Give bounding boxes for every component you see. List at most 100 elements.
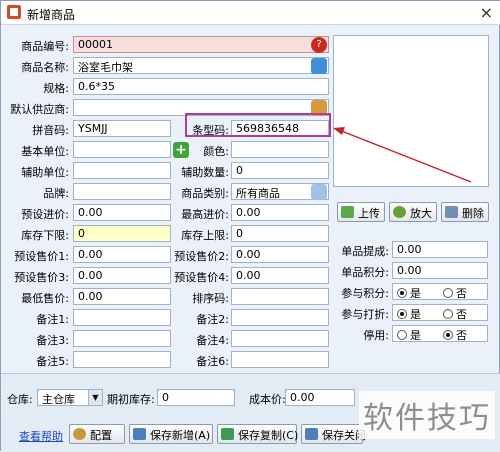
aux-unit-label: 辅助单位:: [21, 166, 69, 179]
join-points-no-label: 否: [456, 287, 467, 300]
base-unit-input[interactable]: [73, 141, 171, 158]
delete-button[interactable]: 删除: [441, 202, 489, 222]
gear-icon: [73, 428, 86, 440]
join-discount-yes-label: 是: [410, 308, 421, 321]
disabled-no-label: 否: [456, 329, 467, 342]
aux-unit-input[interactable]: [73, 162, 171, 179]
commission-input[interactable]: 0.00: [392, 241, 488, 258]
radio-dot: [443, 288, 453, 298]
disabled-label: 停用:: [363, 329, 389, 342]
name-input[interactable]: 浴室毛巾架: [73, 57, 329, 74]
commission-label: 单品提成:: [341, 245, 389, 258]
spec-input[interactable]: 0.6*35: [73, 78, 329, 95]
zoom-button[interactable]: 放大: [389, 202, 437, 222]
preset-cost-input[interactable]: 0.00: [73, 204, 171, 221]
price1-label: 预设售价1:: [14, 250, 69, 263]
join-discount-label: 参与打折:: [341, 308, 389, 321]
note6-input[interactable]: [231, 351, 329, 368]
title-bar: 新增商品 ×: [1, 1, 500, 25]
color-input[interactable]: [231, 141, 329, 158]
color-label: 颜色:: [203, 145, 229, 158]
sort-code-input[interactable]: [231, 288, 329, 305]
refresh-icon[interactable]: [311, 58, 327, 74]
note3-input[interactable]: [73, 330, 171, 347]
save-copy-button[interactable]: 保存复制(C): [217, 424, 298, 444]
note6-label: 备注6:: [196, 355, 229, 368]
cost-input[interactable]: 0.00: [285, 389, 355, 406]
opening-stock-input[interactable]: 0: [157, 389, 235, 406]
delete-icon: [445, 206, 458, 218]
new-product-window: 新增商品 × 商品编号: 00001 ? 商品名称: 浴室毛巾架 规格: 0.6…: [0, 0, 500, 452]
app-icon: [7, 5, 21, 19]
upload-icon: [341, 206, 354, 218]
brand-input[interactable]: [73, 183, 171, 200]
code-label: 商品编号:: [21, 40, 69, 53]
note2-input[interactable]: [231, 309, 329, 326]
supplier-label: 默认供应商:: [10, 103, 69, 116]
radio-dot: [443, 309, 453, 319]
sort-code-label: 排序码:: [192, 292, 229, 305]
save-close-button[interactable]: 保存关闭: [301, 424, 366, 444]
save-new-button[interactable]: 保存新增(A): [129, 424, 213, 444]
stock-max-input[interactable]: 0: [231, 225, 329, 242]
category-picker-icon[interactable]: [311, 184, 327, 200]
upload-button[interactable]: 上传: [337, 202, 385, 222]
price4-input[interactable]: 0.00: [231, 267, 329, 284]
join-discount-no[interactable]: 否: [443, 306, 467, 321]
product-image-box[interactable]: [333, 35, 489, 187]
delete-button-label: 删除: [462, 207, 484, 220]
note4-input[interactable]: [231, 330, 329, 347]
stock-min-input[interactable]: 0: [73, 225, 171, 242]
help-icon[interactable]: ?: [311, 37, 327, 53]
preset-cost-label: 预设进价:: [21, 208, 69, 221]
name-label: 商品名称:: [21, 61, 69, 74]
window-title: 新增商品: [27, 8, 76, 22]
save-icon: [133, 428, 146, 440]
disabled-group: 是 否: [392, 325, 488, 342]
note4-label: 备注4:: [196, 334, 229, 347]
join-discount-yes[interactable]: 是: [397, 306, 421, 321]
disabled-no[interactable]: 否: [443, 327, 467, 342]
price2-label: 预设售价2:: [174, 250, 229, 263]
note5-input[interactable]: [73, 351, 171, 368]
join-points-yes-label: 是: [410, 287, 421, 300]
warehouse-select[interactable]: 主仓库 ▼: [37, 389, 103, 406]
price1-input[interactable]: 0.00: [73, 246, 171, 263]
note1-label: 备注1:: [36, 313, 69, 326]
price3-input[interactable]: 0.00: [73, 267, 171, 284]
aux-qty-input[interactable]: 0: [231, 162, 329, 179]
note2-label: 备注2:: [196, 313, 229, 326]
note3-label: 备注3:: [36, 334, 69, 347]
warehouse-label: 仓库:: [7, 393, 33, 406]
chevron-down-icon[interactable]: ▼: [88, 390, 102, 405]
radio-dot: [443, 330, 453, 340]
watermark: 软件技巧: [359, 391, 495, 439]
save-new-label: 保存新增(A): [150, 429, 211, 442]
join-points-label: 参与积分:: [341, 287, 389, 300]
config-button[interactable]: 配置: [69, 424, 125, 444]
join-points-no[interactable]: 否: [443, 285, 467, 300]
radio-dot: [397, 330, 407, 340]
min-price-input[interactable]: 0.00: [73, 288, 171, 305]
help-link[interactable]: 查看帮助: [19, 428, 63, 444]
close-button[interactable]: ×: [480, 3, 493, 22]
disabled-yes[interactable]: 是: [397, 327, 421, 342]
price2-input[interactable]: 0.00: [231, 246, 329, 263]
barcode-highlight-box: [185, 113, 331, 137]
zoom-button-label: 放大: [410, 207, 432, 220]
disabled-yes-label: 是: [410, 329, 421, 342]
join-discount-no-label: 否: [456, 308, 467, 321]
pinyin-label: 拼音码:: [32, 124, 69, 137]
price3-label: 预设售价3:: [14, 271, 69, 284]
max-cost-input[interactable]: 0.00: [231, 204, 329, 221]
note1-input[interactable]: [73, 309, 171, 326]
stock-min-label: 库存下限:: [21, 229, 69, 242]
aux-qty-label: 辅助数量:: [181, 166, 229, 179]
points-input[interactable]: 0.00: [392, 262, 488, 279]
join-points-yes[interactable]: 是: [397, 285, 421, 300]
base-unit-label: 基本单位:: [21, 145, 69, 158]
config-button-label: 配置: [90, 429, 112, 442]
category-label: 商品类别:: [181, 187, 229, 200]
pinyin-input[interactable]: YSMJJ: [73, 120, 171, 137]
code-input[interactable]: 00001: [73, 36, 329, 53]
